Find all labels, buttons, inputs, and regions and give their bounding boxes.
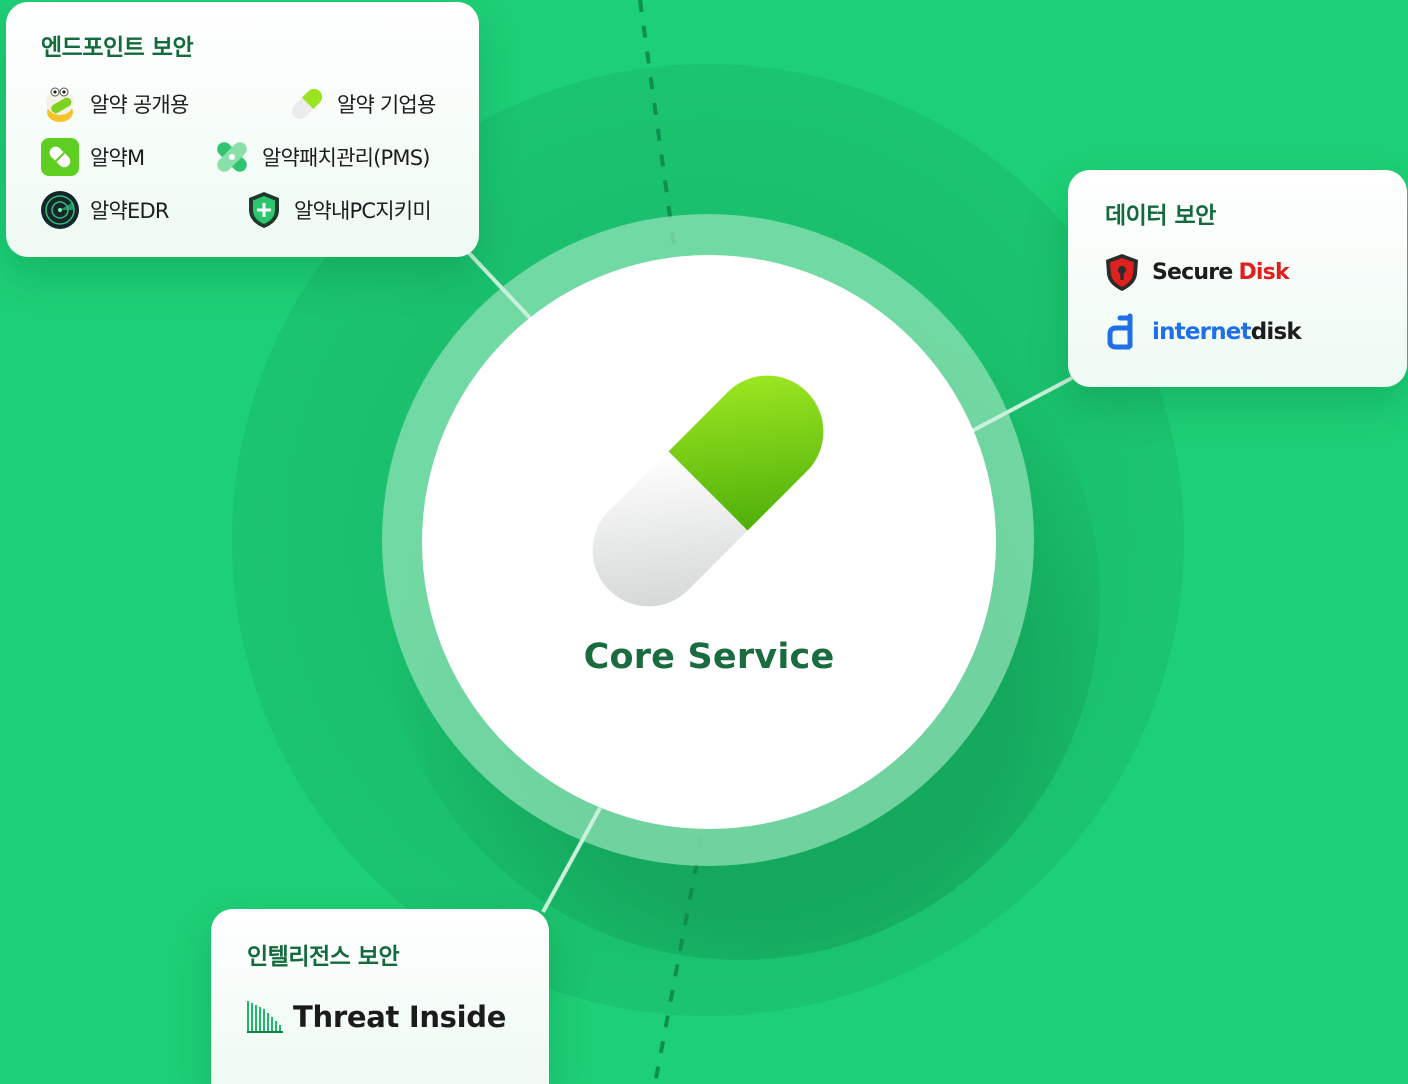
data-security-title: 데이터 보안 <box>1105 203 1216 229</box>
product-label: 알약 공개용 <box>90 93 189 117</box>
product-label: 알약패치관리(PMS) <box>262 146 430 170</box>
product-alyac-public[interactable]: 알약 공개용 <box>40 84 189 124</box>
product-alyac-edr[interactable]: 알약EDR <box>40 190 169 230</box>
pill-icon <box>291 88 323 120</box>
intelligence-security-title: 인텔리전스 보안 <box>247 944 400 970</box>
secure-disk-word-secure: Secure <box>1152 259 1233 285</box>
product-label: Threat Inside <box>293 1000 507 1034</box>
product-label: 알약EDR <box>90 199 169 223</box>
shield-plus-icon <box>249 192 279 228</box>
product-threat-inside[interactable]: Threat Inside <box>245 997 506 1037</box>
secure-disk-word-disk: Disk <box>1238 259 1289 285</box>
internetdisk-logo-icon <box>1107 313 1133 350</box>
product-label: 알약 기업용 <box>337 93 436 117</box>
internetdisk-word-internet: internet <box>1152 319 1252 345</box>
product-alyac-enterprise[interactable]: 알약 기업용 <box>287 84 436 124</box>
patch-bandage-icon <box>217 142 247 172</box>
product-secure-disk[interactable]: Secure Disk <box>1102 252 1290 292</box>
endpoint-security-card: 엔드포인트 보안 알약 공개용 알약 기업용 알약M 알약패치관리(PMS) 알… <box>6 2 479 257</box>
shield-keyhole-icon <box>1106 254 1138 291</box>
endpoint-security-title: 엔드포인트 보안 <box>41 35 194 61</box>
core-service-label: Core Service <box>583 637 835 677</box>
core-circle <box>422 255 996 829</box>
product-alyac-my-pc-guard[interactable]: 알약내PC지키미 <box>244 190 432 230</box>
alyac-mascot-icon <box>46 87 74 122</box>
product-label: 알약M <box>90 146 145 170</box>
product-internet-disk[interactable]: internetdisk <box>1102 312 1302 352</box>
core-service-node: Core Service <box>422 255 996 829</box>
intelligence-security-card: 인텔리전스 보안 Threat Inside <box>211 909 549 1084</box>
product-alyac-m[interactable]: 알약M <box>40 137 145 177</box>
alyac-m-icon <box>41 138 79 176</box>
product-label: 알약내PC지키미 <box>294 199 432 223</box>
internetdisk-word-disk: disk <box>1250 319 1302 345</box>
data-security-card: 데이터 보안 Secure Disk internetdisk <box>1068 170 1407 387</box>
threat-inside-logo-icon <box>247 1001 283 1033</box>
radar-icon <box>41 191 79 229</box>
product-alyac-pms[interactable]: 알약패치관리(PMS) <box>212 137 430 177</box>
